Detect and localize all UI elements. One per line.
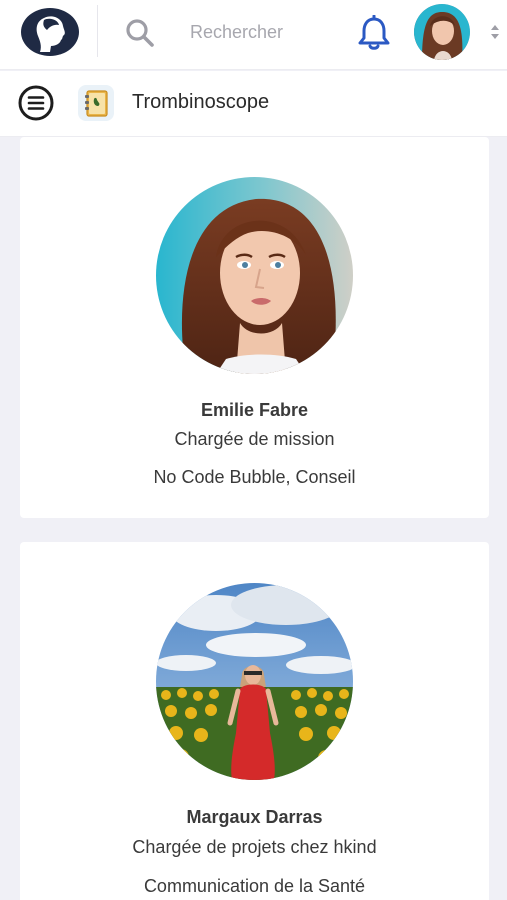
sub-header: Trombinoscope xyxy=(0,71,507,137)
person-name: Margaux Darras xyxy=(186,807,323,827)
search-input[interactable] xyxy=(190,16,330,48)
person-photo xyxy=(156,177,353,374)
person-name: Emilie Fabre xyxy=(200,400,309,420)
person-role: Chargée de projets chez hkind xyxy=(132,837,377,857)
user-avatar[interactable] xyxy=(414,4,470,60)
search-icon[interactable] xyxy=(125,18,155,48)
address-book-icon xyxy=(78,85,114,121)
bell-icon[interactable] xyxy=(357,14,391,51)
person-tags: Communication de la Santé xyxy=(143,876,366,896)
person-card[interactable]: Margaux Darras Chargée de projets chez h… xyxy=(20,542,489,900)
chevron-updown-icon[interactable] xyxy=(489,22,501,42)
profile-silhouette-logo-icon[interactable] xyxy=(20,6,80,58)
hamburger-menu-icon[interactable] xyxy=(18,85,54,121)
person-role: Chargée de mission xyxy=(174,429,335,449)
top-bar xyxy=(0,0,507,70)
person-photo xyxy=(156,583,353,780)
page-title: Trombinoscope xyxy=(132,91,270,113)
header-divider xyxy=(97,5,98,57)
person-tags: No Code Bubble, Conseil xyxy=(153,467,356,487)
person-card[interactable]: Emilie Fabre Chargée de mission No Code … xyxy=(20,137,489,518)
